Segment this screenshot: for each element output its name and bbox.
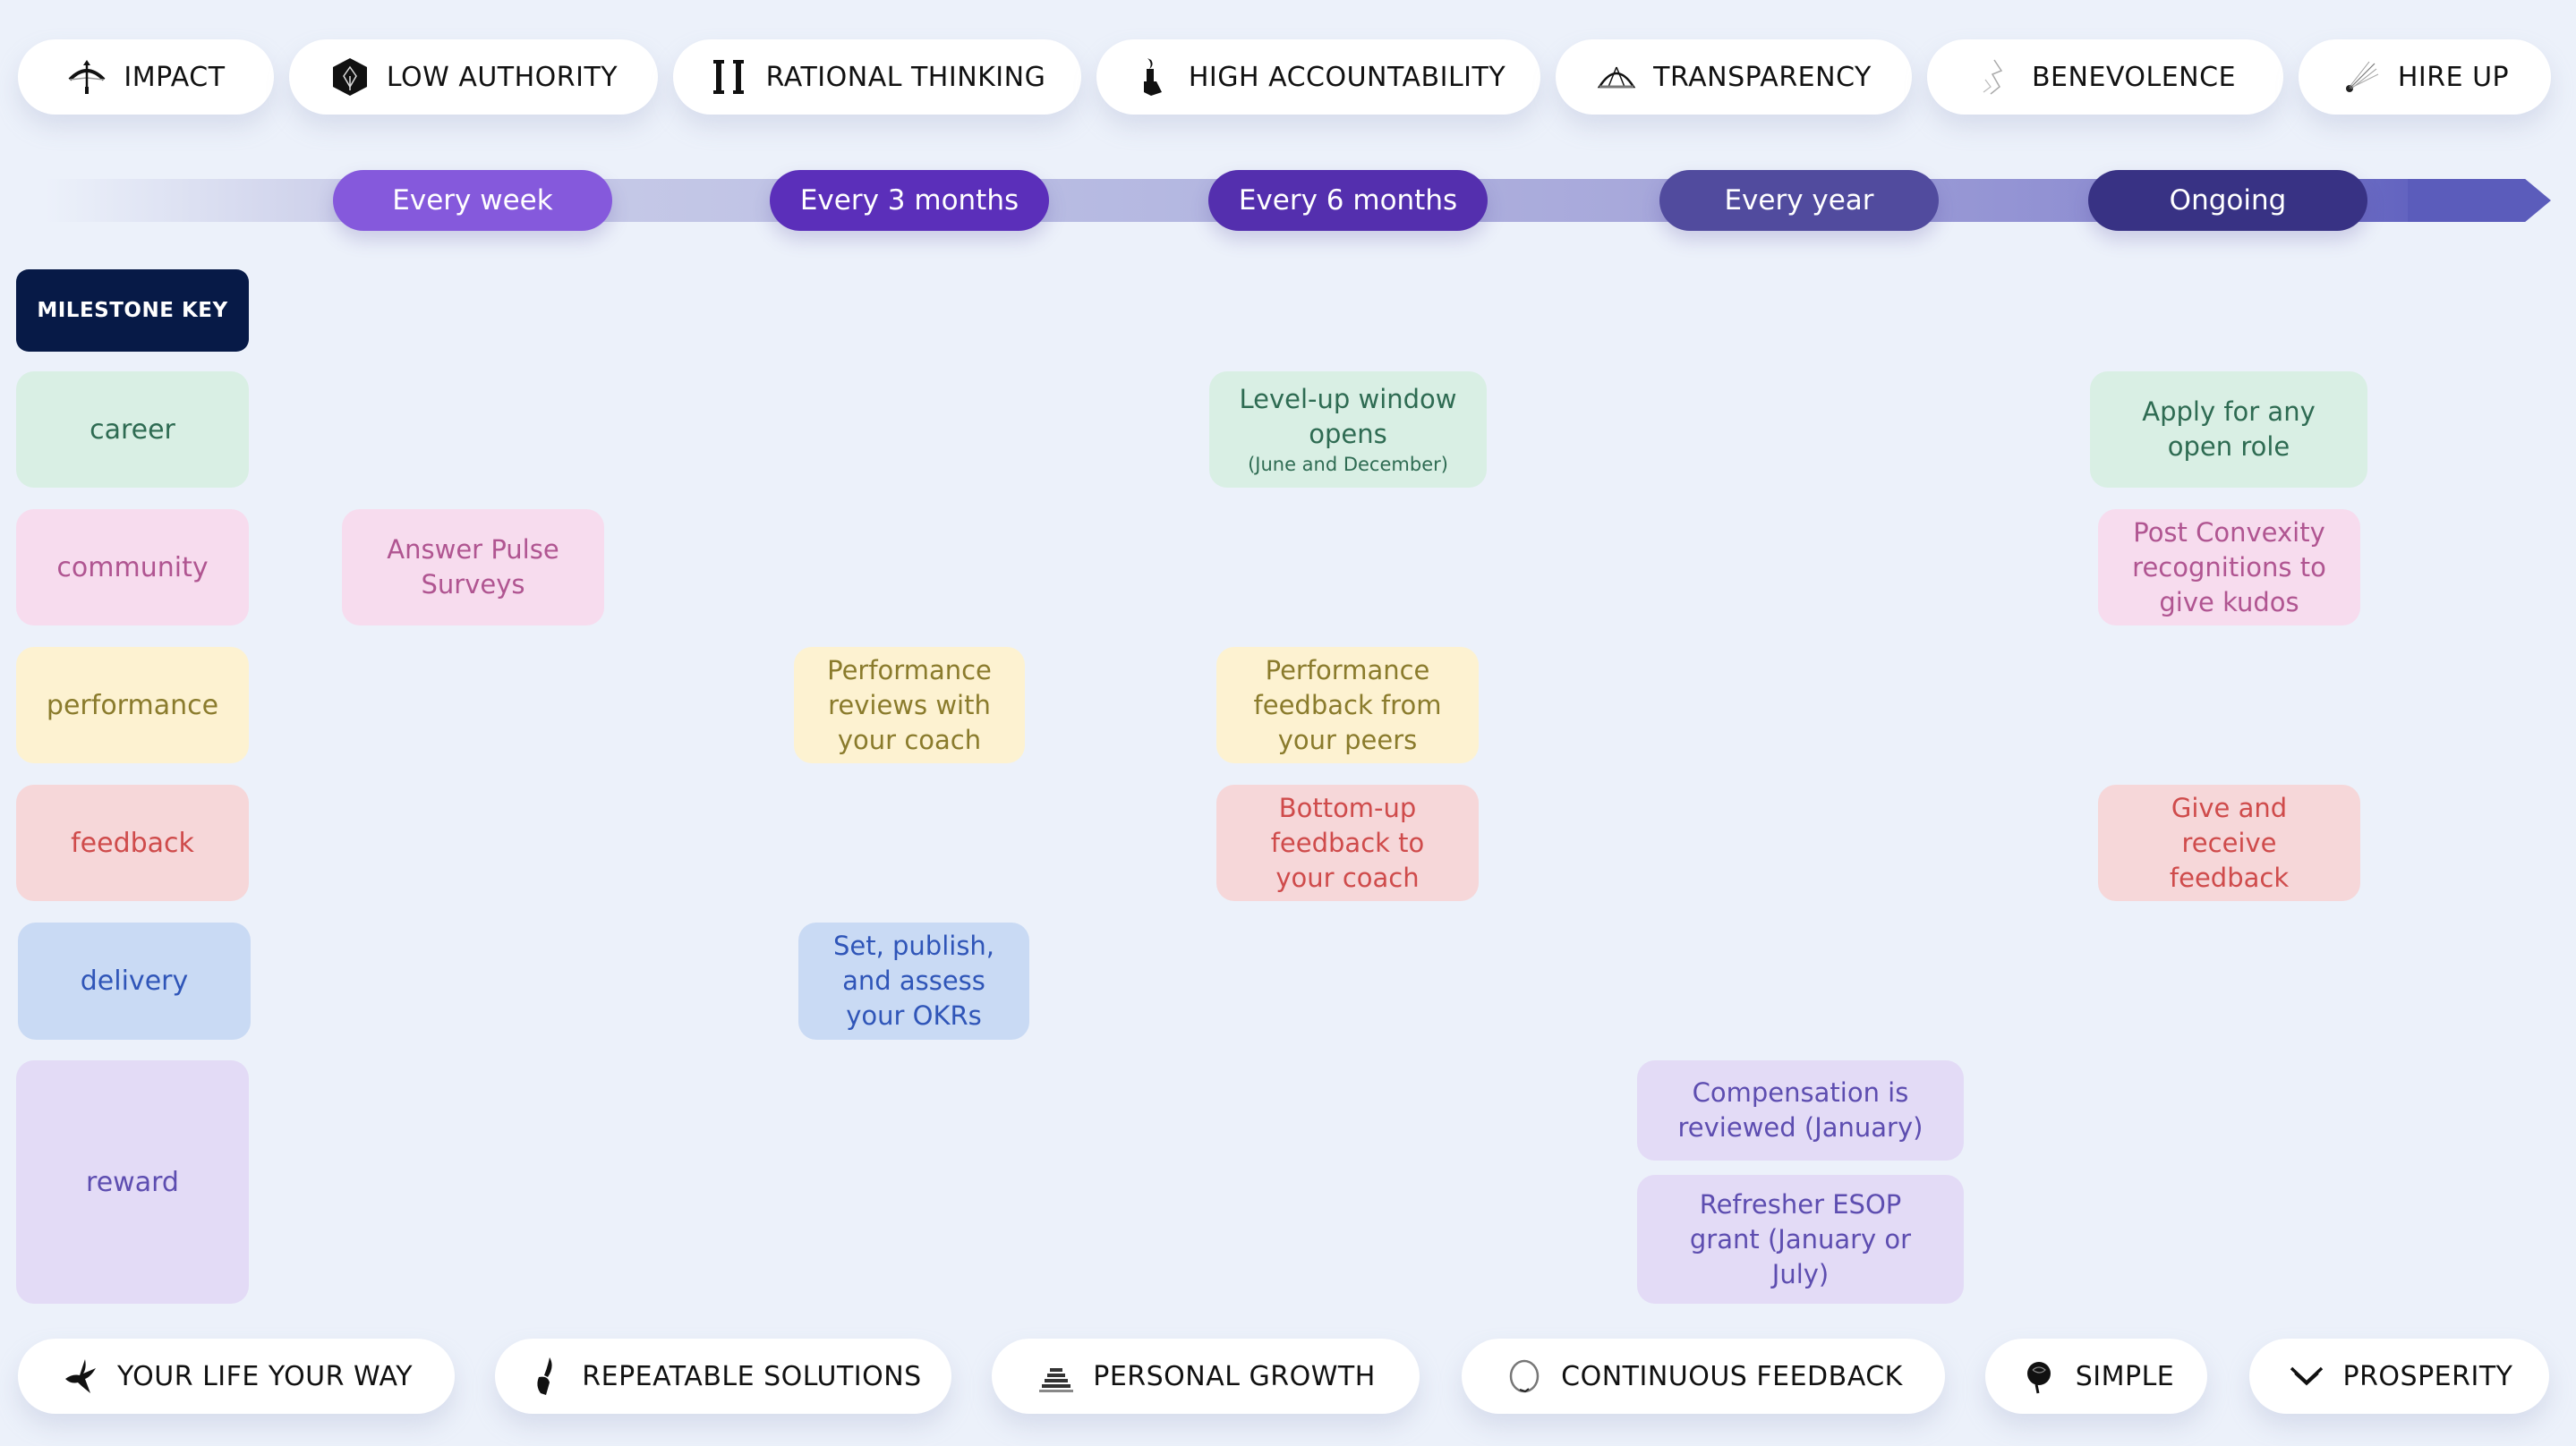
milestone-card-peer-feedback: Performance feedback from your peers [1216,647,1479,763]
phoenix-icon [60,1356,101,1397]
value-label: TRANSPARENCY [1653,61,1872,93]
dome-icon [1596,56,1637,98]
period-every-year[interactable]: Every year [1659,170,1939,231]
milestone-text: Performance feedback from your peers [1253,654,1442,755]
milestone-card-level-up: Level-up window opens (June and December… [1209,371,1487,488]
value-pill-repeatable-solutions[interactable]: REPEATABLE SOLUTIONS [495,1339,951,1414]
value-pill-personal-growth[interactable]: PERSONAL GROWTH [992,1339,1420,1414]
value-label: BENEVOLENCE [2031,61,2237,93]
milestone-text: Compensation is reviewed (January) [1677,1077,1923,1143]
double-chevron-icon [2286,1356,2327,1397]
value-pill-hire-up[interactable]: HIRE UP [2299,39,2551,115]
period-every-3-months[interactable]: Every 3 months [770,170,1049,231]
milestone-note: (June and December) [1248,454,1448,475]
milestone-key-title: MILESTONE KEY [16,269,249,352]
lightning-icon [1975,56,2016,98]
value-label: PERSONAL GROWTH [1093,1360,1376,1392]
comet-icon [2341,56,2382,98]
milestone-card-give-receive-feedback: Give and receive feedback [2098,785,2360,901]
value-label: LOW AUTHORITY [386,61,618,93]
value-pill-your-life-your-way[interactable]: YOUR LIFE YOUR WAY [18,1339,455,1414]
value-label: REPEATABLE SOLUTIONS [582,1360,922,1392]
hexagon-sprout-icon [329,56,371,98]
value-pill-low-authority[interactable]: LOW AUTHORITY [289,39,658,115]
rose-icon [2018,1356,2060,1397]
torch-hand-icon [1131,56,1173,98]
value-pill-transparency[interactable]: TRANSPARENCY [1556,39,1912,115]
pillars-icon [709,56,750,98]
milestone-card-pulse-surveys: Answer Pulse Surveys [342,509,604,625]
milestone-text: Post Convexity recognitions to give kudo… [2132,516,2326,617]
category-performance: performance [16,647,249,763]
ouroboros-icon [1504,1356,1545,1397]
milestone-card-bottom-up-feedback: Bottom-up feedback to your coach [1216,785,1479,901]
category-reward: reward [16,1060,249,1304]
quill-hand-icon [525,1356,566,1397]
category-feedback: feedback [16,785,249,901]
period-ongoing[interactable]: Ongoing [2088,170,2367,231]
value-label: HIRE UP [2397,61,2510,93]
timeline-arrow-icon [2408,179,2551,222]
value-label: CONTINUOUS FEEDBACK [1561,1360,1903,1392]
milestone-text: Apply for any open role [2142,396,2316,462]
category-career: career [16,371,249,488]
milestone-text: Answer Pulse Surveys [387,534,559,600]
milestone-text: Bottom-up feedback to your coach [1270,792,1425,893]
period-every-6-months[interactable]: Every 6 months [1208,170,1488,231]
category-delivery: delivery [18,923,251,1040]
milestone-card-esop-grant: Refresher ESOP grant (January or July) [1637,1175,1964,1304]
value-pill-rational-thinking[interactable]: RATIONAL THINKING [673,39,1081,115]
value-pill-impact[interactable]: IMPACT [18,39,274,115]
milestone-text: Give and receive feedback [2169,792,2290,893]
value-label: HIGH ACCOUNTABILITY [1188,61,1506,93]
period-every-week[interactable]: Every week [333,170,612,231]
milestone-card-performance-reviews: Performance reviews with your coach [794,647,1025,763]
milestone-card-convexity-recognitions: Post Convexity recognitions to give kudo… [2098,509,2360,625]
value-pill-high-accountability[interactable]: HIGH ACCOUNTABILITY [1096,39,1540,115]
value-pill-simple[interactable]: SIMPLE [1985,1339,2207,1414]
value-label: IMPACT [124,61,226,93]
milestone-card-okrs: Set, publish, and assess your OKRs [798,923,1029,1040]
stacked-layers-icon [1036,1356,1077,1397]
crossbow-icon [66,56,107,98]
value-label: SIMPLE [2075,1360,2175,1392]
value-label: RATIONAL THINKING [765,61,1046,93]
milestone-text: Level-up window opens [1239,384,1457,449]
value-pill-prosperity[interactable]: PROSPERITY [2249,1339,2549,1414]
value-pill-continuous-feedback[interactable]: CONTINUOUS FEEDBACK [1462,1339,1945,1414]
milestone-card-compensation-review: Compensation is reviewed (January) [1637,1060,1964,1161]
value-label: PROSPERITY [2342,1360,2513,1392]
milestone-text: Set, publish, and assess your OKRs [832,931,995,1031]
milestone-text: Refresher ESOP grant (January or July) [1689,1188,1912,1289]
milestone-card-apply-role: Apply for any open role [2090,371,2367,488]
milestone-text: Performance reviews with your coach [827,654,992,755]
value-label: YOUR LIFE YOUR WAY [116,1360,414,1392]
value-pill-benevolence[interactable]: BENEVOLENCE [1927,39,2283,115]
category-community: community [16,509,249,625]
